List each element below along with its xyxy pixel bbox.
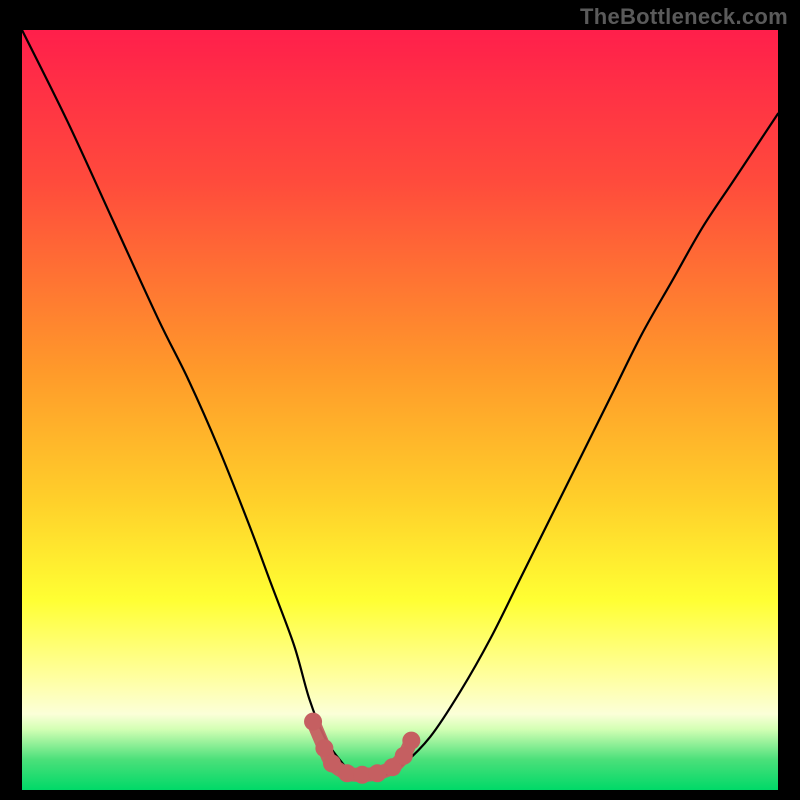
valley-dot: [323, 754, 341, 772]
watermark-text: TheBottleneck.com: [580, 4, 788, 30]
bottleneck-chart: [22, 30, 778, 790]
chart-background: [22, 30, 778, 790]
valley-dot: [304, 713, 322, 731]
valley-dot: [402, 732, 420, 750]
